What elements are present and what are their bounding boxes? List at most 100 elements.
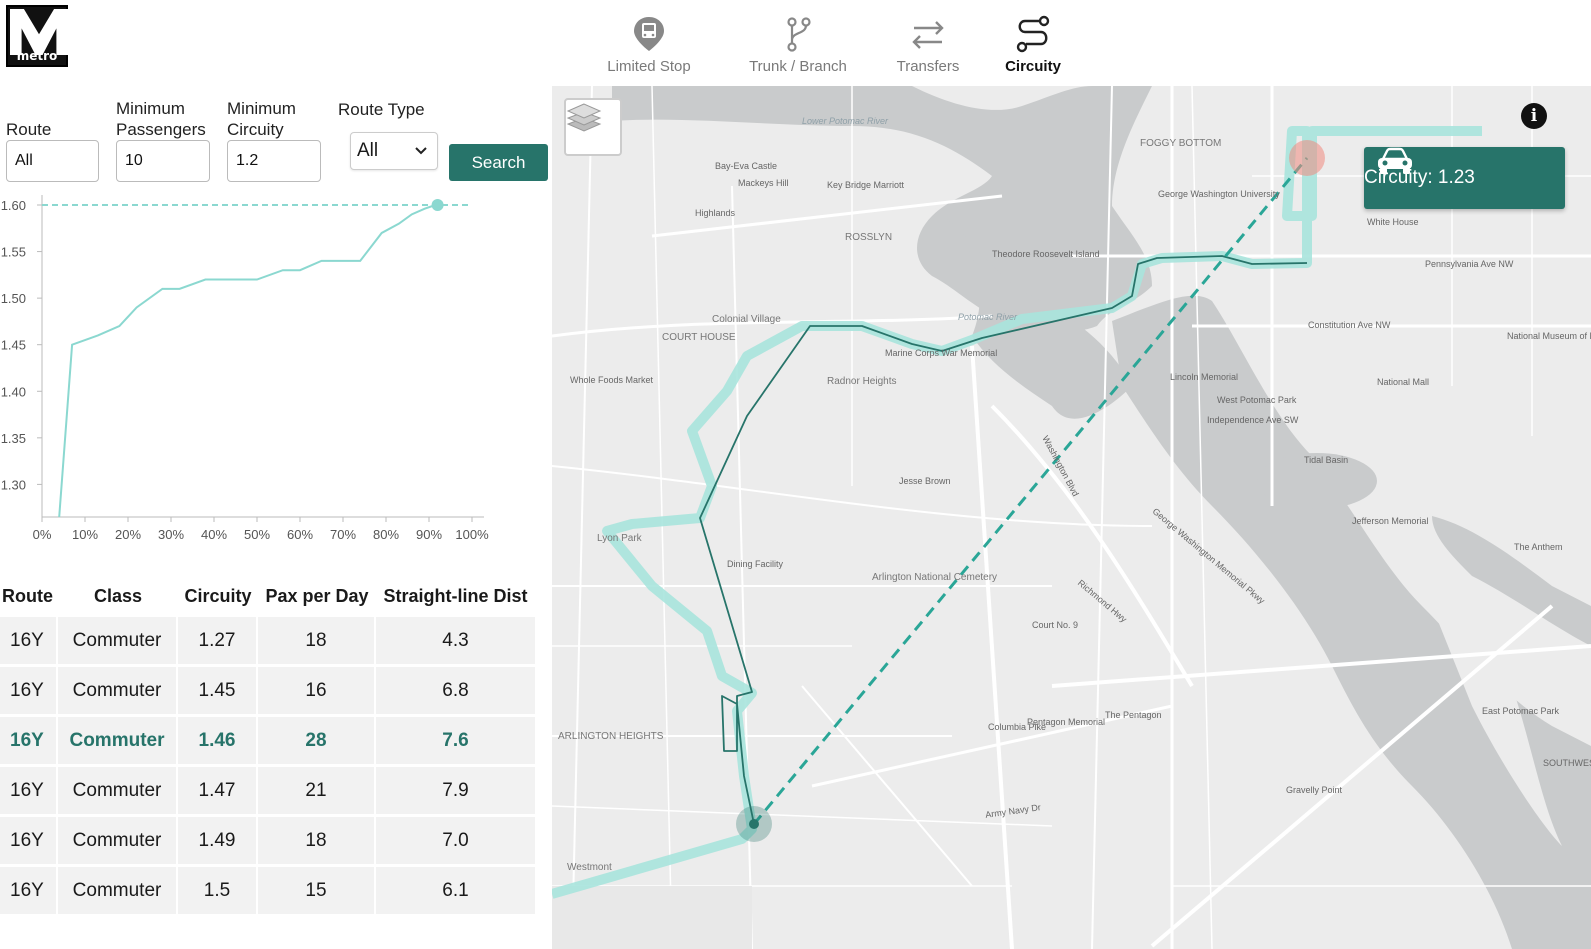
table-cell: Commuter	[58, 817, 178, 864]
metro-logo[interactable]: metro	[6, 5, 68, 67]
map-label-southwest: SOUTHWEST	[1543, 758, 1591, 768]
map-label-rosslyn: ROSSLYN	[845, 232, 893, 243]
map-label-arlington-heights: ARLINGTON HEIGHTS	[558, 731, 664, 742]
table-cell: 16Y	[0, 617, 58, 664]
map-label-theodore-roosevelt: Theodore Roosevelt Island	[992, 249, 1100, 259]
min-circuity-label-2: Circuity	[227, 120, 284, 139]
map-label-court-no9: Court No. 9	[1032, 620, 1079, 630]
circuity-chart: 1.30 1.35 1.40 1.45 1.50 1.55 1.60 0% 10% 20% 30% 4…	[1, 195, 489, 542]
nav-circuity[interactable]: Circuity	[978, 14, 1088, 80]
table-cell: 1.5	[178, 867, 258, 914]
map-label-court-house: COURT HOUSE	[662, 332, 736, 343]
map-label-dining-facility: Dining Facility	[727, 559, 784, 569]
table-cell: 1.49	[178, 817, 258, 864]
min-circuity-input[interactable]	[227, 140, 321, 182]
chevron-down-icon	[415, 147, 427, 155]
map-label-key-bridge-marriott: Key Bridge Marriott	[827, 180, 905, 190]
table-cell: 28	[258, 717, 376, 764]
header-pax-per-day[interactable]: Pax per Day	[258, 578, 376, 614]
table-cell: Commuter	[58, 717, 178, 764]
route-type-select[interactable]: All	[350, 132, 438, 170]
y-tick-label: 1.45	[1, 338, 26, 353]
map-label-the-anthem: The Anthem	[1514, 542, 1563, 552]
map-label-arlington-cemetery: Arlington National Cemetery	[872, 572, 998, 583]
table-cell: 16Y	[0, 867, 58, 914]
map-layers-button[interactable]	[564, 98, 622, 156]
table-body: 16Y Commuter 1.27 18 4.3 16Y Commuter 1.45 16 6.8…	[0, 617, 535, 914]
nav-label: Trunk / Branch	[749, 58, 847, 75]
route-type-value: All	[357, 140, 379, 161]
map-label-mackeys-hill: Mackeys Hill	[738, 178, 789, 188]
search-button[interactable]: Search	[449, 144, 548, 181]
route-input[interactable]	[6, 140, 99, 182]
table-cell: 1.45	[178, 667, 258, 714]
map-label-highlands: Highlands	[695, 208, 736, 218]
chart-marks	[42, 199, 472, 518]
nav-label: Transfers	[896, 58, 960, 75]
circuity-route-icon	[1016, 15, 1050, 53]
routes-table: Route Class Circuity Pax per Day Straigh…	[0, 578, 535, 914]
table-cell: 1.46	[178, 717, 258, 764]
table-cell: 16	[258, 667, 376, 714]
x-tick-label: 30%	[158, 527, 184, 542]
series-line	[58, 204, 436, 518]
table-cell: 16Y	[0, 767, 58, 814]
header-straight-line-dist[interactable]: Straight-line Dist	[376, 578, 535, 614]
table-row[interactable]: 16Y Commuter 1.27 18 4.3	[0, 617, 535, 664]
y-tick-label: 1.30	[1, 477, 26, 492]
map-label-columbia-pike: Columbia Pike	[988, 722, 1047, 732]
table-cell: 16Y	[0, 717, 58, 764]
table-row[interactable]: 16Y Commuter 1.47 21 7.9	[0, 767, 535, 814]
y-tick-label: 1.60	[1, 198, 26, 213]
nav-label: Limited Stop	[607, 58, 691, 75]
map-label-lyon-park: Lyon Park	[597, 533, 642, 544]
table-cell: 7.0	[442, 829, 469, 851]
table-cell: 6.8	[442, 679, 469, 701]
x-tick-label: 90%	[416, 527, 442, 542]
nav-limited-stop[interactable]: Limited Stop	[580, 14, 718, 80]
table-row[interactable]: 16Y Commuter 1.49 18 7.0	[0, 817, 535, 864]
header-circuity[interactable]: Circuity	[178, 578, 258, 614]
map-label-west-potomac-park: West Potomac Park	[1217, 395, 1297, 405]
route-map[interactable]: FOGGY BOTTOM ROSSLYN COURT HOUSE ARLINGT…	[552, 86, 1591, 949]
branch-icon	[787, 17, 811, 52]
table-cell: 7.6	[442, 729, 469, 751]
min-passengers-input[interactable]	[116, 140, 210, 182]
x-tick-label: 0%	[33, 527, 52, 542]
y-tick-label: 1.40	[1, 384, 26, 399]
circuity-badge: Circuity: 1.23	[1364, 147, 1565, 209]
table-row[interactable]: 16Y Commuter 1.46 28 7.6	[0, 717, 535, 764]
highlight-point[interactable]	[431, 199, 444, 211]
table-cell: 4.3	[442, 629, 469, 651]
app-root: metro Limited Stop Trunk / Branch Transf…	[0, 0, 1591, 949]
table-cell: Commuter	[58, 667, 178, 714]
min-passengers-label-2: Passengers	[116, 120, 206, 139]
table-cell: 7.9	[442, 779, 469, 801]
nav-transfers[interactable]: Transfers	[878, 14, 978, 80]
min-passengers-label-1: Minimum	[116, 99, 185, 118]
map-label-bay-eva-castle: Bay-Eva Castle	[715, 161, 778, 171]
header-class[interactable]: Class	[58, 578, 178, 614]
map-label-gravelly-point: Gravelly Point	[1286, 785, 1343, 795]
chart-axes: 1.30 1.35 1.40 1.45 1.50 1.55 1.60 0% 10% 20% 30% 4…	[1, 195, 489, 542]
origin-point[interactable]	[749, 819, 759, 829]
nav-trunk-branch[interactable]: Trunk / Branch	[718, 14, 878, 80]
table-row[interactable]: 16Y Commuter 1.5 15 6.1	[0, 867, 535, 914]
info-icon[interactable]: i	[1521, 103, 1547, 129]
table-cell: 16Y	[0, 667, 58, 714]
y-tick-label: 1.55	[1, 245, 26, 260]
table-cell: Commuter	[58, 617, 178, 664]
map-label-potomac-river: Potomac River	[958, 312, 1018, 322]
x-tick-label: 60%	[287, 527, 313, 542]
table-cell: 15	[258, 867, 376, 914]
map-label-radnor-heights: Radnor Heights	[827, 376, 897, 387]
map-label-pennsylvania-ave: Pennsylvania Ave NW	[1425, 259, 1514, 269]
y-tick-label: 1.35	[1, 431, 26, 446]
map-label-national-museum: National Museum of Natural History	[1507, 331, 1591, 341]
min-circuity-label-1: Minimum	[227, 99, 296, 118]
table-cell: Commuter	[58, 867, 178, 914]
table-row[interactable]: 16Y Commuter 1.45 16 6.8	[0, 667, 535, 714]
map-label-the-pentagon: The Pentagon	[1105, 710, 1162, 720]
top-nav: Limited Stop Trunk / Branch Transfers Ci…	[580, 14, 1088, 80]
header-route[interactable]: Route	[0, 578, 58, 614]
